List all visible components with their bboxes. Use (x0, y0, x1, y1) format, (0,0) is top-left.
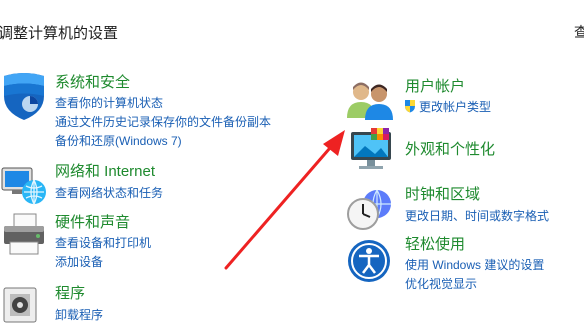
system-security-shield-icon[interactable] (0, 72, 48, 122)
clock-region-icon[interactable] (345, 186, 395, 232)
link-optimize-visual-display[interactable]: 优化视觉显示 (405, 276, 477, 292)
programs-icon[interactable] (0, 282, 48, 326)
link-backup-restore[interactable]: 备份和还原(Windows 7) (55, 133, 182, 149)
link-change-date-time-format[interactable]: 更改日期、时间或数字格式 (405, 208, 549, 224)
ease-of-access-icon[interactable] (346, 238, 392, 284)
category-system-security[interactable]: 系统和安全 (55, 74, 130, 92)
appearance-monitor-icon[interactable] (345, 126, 395, 172)
category-network-internet[interactable]: 网络和 Internet (55, 163, 155, 181)
category-hardware-sound[interactable]: 硬件和声音 (55, 214, 130, 232)
category-programs[interactable]: 程序 (55, 285, 85, 303)
link-change-account-type[interactable]: 更改帐户类型 (404, 99, 491, 115)
printer-icon[interactable] (0, 212, 48, 256)
link-change-account-type-label: 更改帐户类型 (419, 100, 492, 114)
uac-shield-icon (405, 100, 415, 113)
category-appearance-personalization[interactable]: 外观和个性化 (405, 141, 495, 159)
link-devices-printers[interactable]: 查看设备和打印机 (55, 235, 151, 251)
user-accounts-icon[interactable] (345, 78, 395, 122)
category-clock-region[interactable]: 时钟和区域 (405, 186, 480, 204)
category-ease-of-access[interactable]: 轻松使用 (405, 236, 465, 254)
link-add-device[interactable]: 添加设备 (55, 254, 103, 270)
link-view-computer-status[interactable]: 查看你的计算机状态 (55, 95, 163, 111)
link-file-history-backup[interactable]: 通过文件历史记录保存你的文件备份副本 (55, 114, 271, 130)
category-user-accounts[interactable]: 用户帐户 (405, 78, 465, 96)
link-network-status[interactable]: 查看网络状态和任务 (55, 185, 163, 201)
link-use-recommended-settings[interactable]: 使用 Windows 建议的设置 (405, 257, 544, 273)
page-title: 调整计算机的设置 (0, 25, 119, 42)
link-uninstall-program[interactable]: 卸载程序 (55, 307, 103, 323)
view-by-label[interactable]: 查 (574, 22, 584, 42)
network-globe-icon[interactable] (0, 162, 48, 208)
